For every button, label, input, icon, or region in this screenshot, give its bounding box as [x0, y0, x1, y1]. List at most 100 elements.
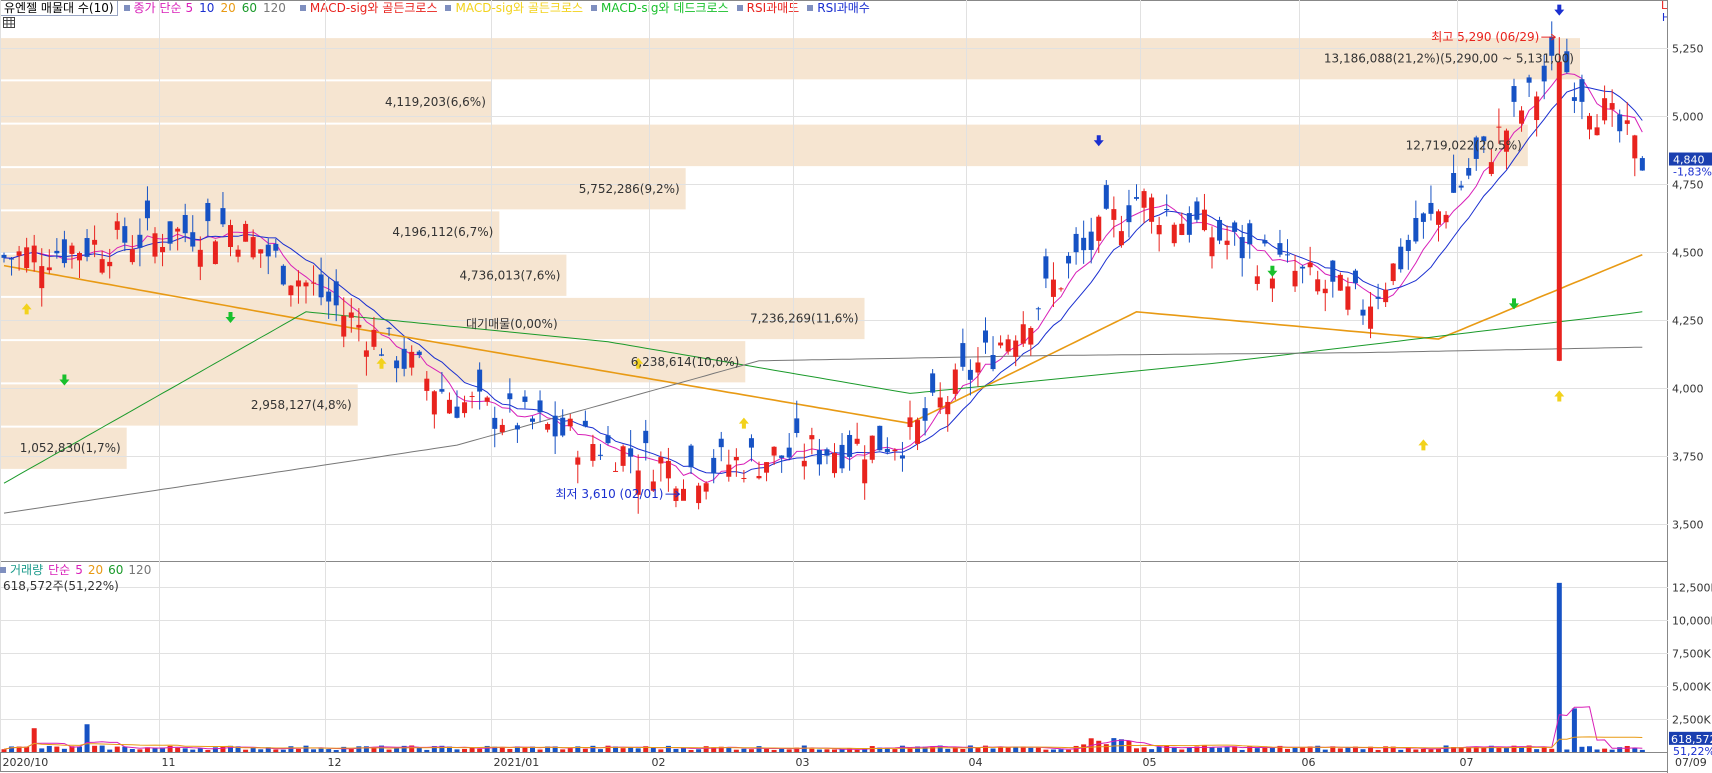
candle-body: [907, 417, 913, 428]
candle-body: [892, 449, 898, 452]
legend-signal-0[interactable]: MACD-sig와 골든크로스: [299, 1, 438, 15]
volume-tick-label: 5,000K: [1672, 681, 1711, 694]
volume-bar: [1473, 746, 1479, 752]
legend-signal-4[interactable]: RSI과매수: [807, 1, 870, 15]
candle-body: [718, 438, 724, 448]
volume-bar: [530, 746, 535, 752]
legend-signal-label: RSI과매수: [817, 1, 870, 15]
volume-bar: [1564, 749, 1570, 752]
volume-bar: [1164, 745, 1170, 752]
volume-bar: [1617, 747, 1623, 752]
volume-bars-layer: [1, 582, 1645, 752]
candle-body: [1050, 279, 1056, 297]
candle-body: [280, 265, 286, 285]
volume-bar: [718, 746, 724, 752]
candle-body: [1481, 136, 1487, 142]
candle-body: [295, 280, 301, 287]
candle-body: [915, 420, 921, 444]
candle-body: [998, 342, 1004, 346]
legend-signal-3[interactable]: RSI과매도: [736, 1, 799, 15]
candle-body: [658, 457, 664, 464]
candle-body: [507, 393, 513, 400]
candle-body: [1587, 115, 1592, 130]
volume-profile-labels: 13,186,088(21,2%)(5,290,00 ~ 5,131,00) 4,…: [20, 52, 1574, 456]
legend-ma[interactable]: 종가 단순 5 10 20 60 120: [123, 1, 292, 15]
volume-bar: [303, 745, 309, 752]
volume-bar: [318, 748, 324, 752]
volume-bar: [545, 746, 551, 752]
volume-bar: [1534, 749, 1540, 752]
volume-bar: [477, 748, 483, 752]
volume-bar: [197, 748, 203, 752]
candle-body: [24, 247, 30, 269]
candle-body: [1519, 110, 1525, 124]
legend-signal-1[interactable]: MACD-sig와 골든크로스: [445, 1, 583, 15]
volume-bar: [409, 745, 415, 752]
volume-profile-bar: [0, 168, 686, 210]
candle-body: [1390, 263, 1396, 282]
legend-marker-icon: [0, 567, 6, 573]
legend-marker-icon: [736, 5, 743, 11]
candle-body: [748, 438, 754, 448]
candle-body: [673, 488, 679, 501]
volume-profile-bar: [0, 38, 1580, 80]
legend-signal-2[interactable]: MACD-sig와 데드크로스: [591, 1, 729, 15]
volume-profile-layer: [0, 38, 1580, 469]
candle-body: [1330, 260, 1336, 282]
current-volume-label: 618,572: [1671, 733, 1712, 746]
volume-bar: [514, 746, 520, 752]
volume-profile-bar: [0, 81, 492, 123]
chart-title-button[interactable]: 유엔젤 매물대 수(10): [0, 0, 118, 16]
volume-bar: [1269, 747, 1275, 752]
legend-signal-label: MACD-sig와 골든크로스: [309, 1, 438, 15]
volume-bar: [703, 746, 709, 752]
volume-bar: [1503, 747, 1509, 752]
candle-body: [1428, 202, 1434, 214]
candle-body: [1579, 79, 1585, 102]
volume-bar: [1639, 749, 1645, 752]
date-tick-label: 2020/10: [3, 756, 49, 769]
current-volume-pct: 51,22%: [1673, 745, 1712, 758]
volume-ma-20: 20: [87, 563, 104, 577]
volume-bar: [54, 746, 60, 752]
candle-body: [575, 457, 581, 465]
candle-body: [84, 238, 90, 257]
legend-marker-icon: [591, 5, 598, 11]
candlestick-layer: [1, 21, 1645, 514]
grid-table-icon[interactable]: [3, 17, 15, 28]
candle-body: [1111, 209, 1117, 220]
chart-canvas[interactable]: 13,186,088(21,2%)(5,290,00 ~ 5,131,00) 4,…: [0, 0, 1712, 773]
candle-body: [1262, 240, 1268, 244]
volume-bar: [1458, 747, 1464, 752]
candle-body: [258, 249, 264, 254]
volume-bar: [620, 748, 626, 752]
volume-bar: [688, 749, 694, 752]
volume-bar: [1345, 747, 1351, 752]
volume-bar: [575, 746, 581, 752]
volume-profile-bar: [0, 297, 865, 340]
candle-body: [69, 245, 75, 254]
price-tick-label: 3,750: [1672, 451, 1704, 464]
candle-body: [1609, 103, 1615, 110]
ma60-line: [3, 311, 1643, 484]
volume-bar: [1050, 749, 1056, 752]
candle-body: [61, 239, 67, 264]
volume-bar: [696, 749, 702, 752]
candle-body: [401, 348, 407, 369]
candle-body: [1, 254, 7, 258]
candle-body: [386, 327, 392, 329]
ma120-line: [3, 346, 1643, 514]
candle-body: [1164, 208, 1170, 210]
candle-body: [613, 470, 619, 472]
volume-bar: [1526, 745, 1532, 752]
candle-body: [114, 221, 120, 230]
ma10-line: [3, 85, 1643, 474]
candle-body: [1405, 239, 1411, 251]
candle-body: [522, 396, 528, 402]
candle-body: [1368, 306, 1374, 329]
candle-body: [1315, 279, 1321, 292]
volume-title[interactable]: 거래량: [10, 563, 43, 577]
volume-bar: [522, 746, 528, 752]
candle-body: [31, 245, 37, 263]
candle-body: [379, 354, 384, 356]
